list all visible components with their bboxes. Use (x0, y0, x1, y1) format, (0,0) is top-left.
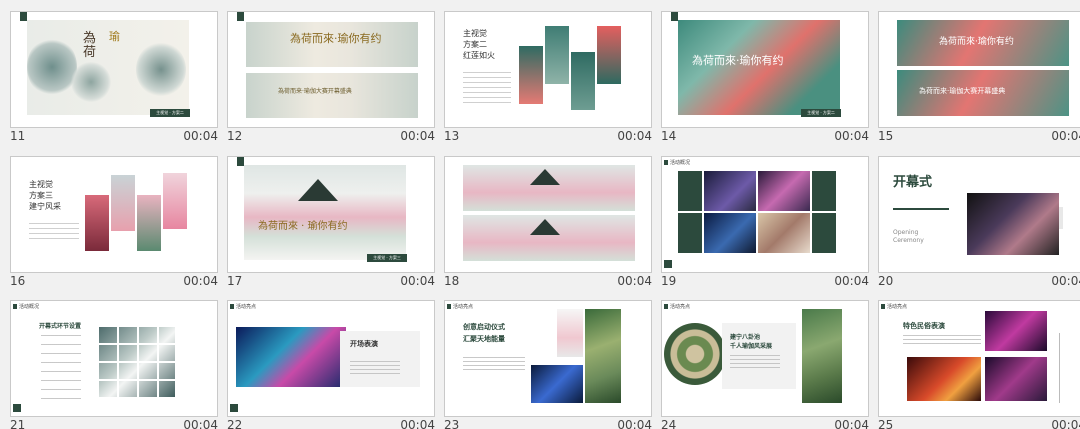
slide-number: 12 (227, 129, 243, 143)
slide-number: 16 (10, 274, 26, 288)
slide-title: 建宁八卦池 千人瑜伽风采展 (730, 334, 773, 350)
slide-thumbnail-15[interactable]: 為荷而來·瑜你有约 為荷而来·瑜伽大赛开幕盛典 15 00:04 (878, 11, 1080, 146)
slide-subtitle: Opening Ceremony (893, 229, 924, 244)
slide-preview: 主视觉 方案三 建宁风采 (10, 156, 218, 273)
slide-preview: 為荷 瑜 主视觉 · 方案二 (10, 11, 218, 128)
slide-section-tag: 活动亮点 (447, 303, 473, 310)
slide-thumbnail-11[interactable]: 為荷 瑜 主视觉 · 方案二 11 00:04 (10, 11, 218, 146)
slide-thumbnail-16[interactable]: 主视觉 方案三 建宁风采 16 00:04 (10, 156, 218, 291)
slide-duration: 00:04 (834, 274, 869, 288)
slide-section-tag: 活动亮点 (664, 303, 690, 310)
slide-preview: 活动亮点 建宁八卦池 千人瑜伽风采展 (661, 300, 869, 417)
slide-preview: 為荷而來·瑜你有约 為荷而来·瑜伽大赛开幕盛典 (227, 11, 435, 128)
slide-section-tag: 活动概况 (664, 159, 690, 166)
slide-number: 19 (661, 274, 677, 288)
slide-duration: 00:04 (834, 129, 869, 143)
slide-number: 20 (878, 274, 894, 288)
slide-duration: 00:04 (1051, 418, 1080, 429)
slide-thumbnail-19[interactable]: 活动概况 19 00:04 (661, 156, 869, 291)
slide-number: 11 (10, 129, 26, 143)
slide-number: 15 (878, 129, 894, 143)
slide-title-art: 為荷 (83, 31, 97, 60)
slide-section-tag: 活动亮点 (881, 303, 907, 310)
slide-duration: 00:04 (1051, 129, 1080, 143)
slide-duration: 00:04 (617, 129, 652, 143)
slide-badge: 主视觉 · 方案二 (801, 109, 841, 117)
slide-section-tag: 活动亮点 (230, 303, 256, 310)
slide-preview: 主视觉 方案二 红莲如火 (444, 11, 652, 128)
slide-duration: 00:04 (1051, 274, 1080, 288)
slide-thumbnail-12[interactable]: 為荷而來·瑜你有约 為荷而来·瑜伽大赛开幕盛典 12 00:04 (227, 11, 435, 146)
slide-duration: 00:04 (183, 129, 218, 143)
slide-title: 开场表演 (350, 340, 378, 348)
slide-preview: 為荷而來 · 瑜你有约 主视觉 · 方案三 (227, 156, 435, 273)
slide-duration: 00:04 (617, 418, 652, 429)
slide-badge: 主视觉 · 方案二 (150, 109, 190, 117)
slide-duration: 00:04 (617, 274, 652, 288)
slide-title: 开幕式环节设置 (39, 323, 82, 330)
slide-number: 25 (878, 418, 894, 429)
slide-thumbnail-20[interactable]: 开幕式 Opening Ceremony 20 00:04 (878, 156, 1080, 291)
slide-thumbnail-25[interactable]: 活动亮点 特色民俗表演 25 00:04 (878, 300, 1080, 429)
slide-duration: 00:04 (183, 274, 218, 288)
slide-number: 18 (444, 274, 460, 288)
slide-thumbnail-21[interactable]: 活动概况 开幕式环节设置 21 00:04 (10, 300, 218, 429)
slide-thumbnail-17[interactable]: 為荷而來 · 瑜你有约 主视觉 · 方案三 17 00:04 (227, 156, 435, 291)
slide-preview: 活动亮点 特色民俗表演 (878, 300, 1080, 417)
slide-thumbnail-14[interactable]: 為荷而來·瑜你有约 主视觉 · 方案二 14 00:04 (661, 11, 869, 146)
slide-preview: 活动概况 开幕式环节设置 (10, 300, 218, 417)
slide-number: 13 (444, 129, 460, 143)
slide-title: 主视觉 方案二 红莲如火 (463, 29, 495, 60)
slide-preview: 為荷而來·瑜你有约 為荷而来·瑜伽大赛开幕盛典 (878, 11, 1080, 128)
slide-number: 17 (227, 274, 243, 288)
slide-title: 主视觉 方案三 建宁风采 (29, 180, 61, 211)
slide-preview: 活动概况 (661, 156, 869, 273)
slide-duration: 00:04 (400, 129, 435, 143)
slide-badge: 主视觉 · 方案三 (367, 254, 407, 262)
slide-thumbnail-23[interactable]: 活动亮点 创意启动仪式 汇聚天地能量 23 00:04 (444, 300, 652, 429)
slide-preview: 活动亮点 开场表演 (227, 300, 435, 417)
slide-title: 特色民俗表演 (903, 322, 945, 330)
slide-duration: 00:04 (834, 418, 869, 429)
slide-number: 22 (227, 418, 243, 429)
slide-title: 创意启动仪式 汇聚天地能量 (463, 323, 505, 343)
slide-preview (444, 156, 652, 273)
slide-number: 23 (444, 418, 460, 429)
slide-thumbnail-24[interactable]: 活动亮点 建宁八卦池 千人瑜伽风采展 24 00:04 (661, 300, 869, 429)
slide-section-tag: 活动概况 (13, 303, 39, 310)
slide-number: 14 (661, 129, 677, 143)
slide-preview: 為荷而來·瑜你有约 主视觉 · 方案二 (661, 11, 869, 128)
slide-preview: 开幕式 Opening Ceremony (878, 156, 1080, 273)
slide-preview: 活动亮点 创意启动仪式 汇聚天地能量 (444, 300, 652, 417)
slide-title: 开幕式 (893, 175, 933, 190)
slide-duration: 00:04 (183, 418, 218, 429)
slide-number: 24 (661, 418, 677, 429)
slide-duration: 00:04 (400, 274, 435, 288)
slide-duration: 00:04 (400, 418, 435, 429)
slide-thumbnail-13[interactable]: 主视觉 方案二 红莲如火 13 00:04 (444, 11, 652, 146)
slide-thumbnail-18[interactable]: 18 00:04 (444, 156, 652, 291)
slide-number: 21 (10, 418, 26, 429)
slide-thumbnail-22[interactable]: 活动亮点 开场表演 22 00:04 (227, 300, 435, 429)
